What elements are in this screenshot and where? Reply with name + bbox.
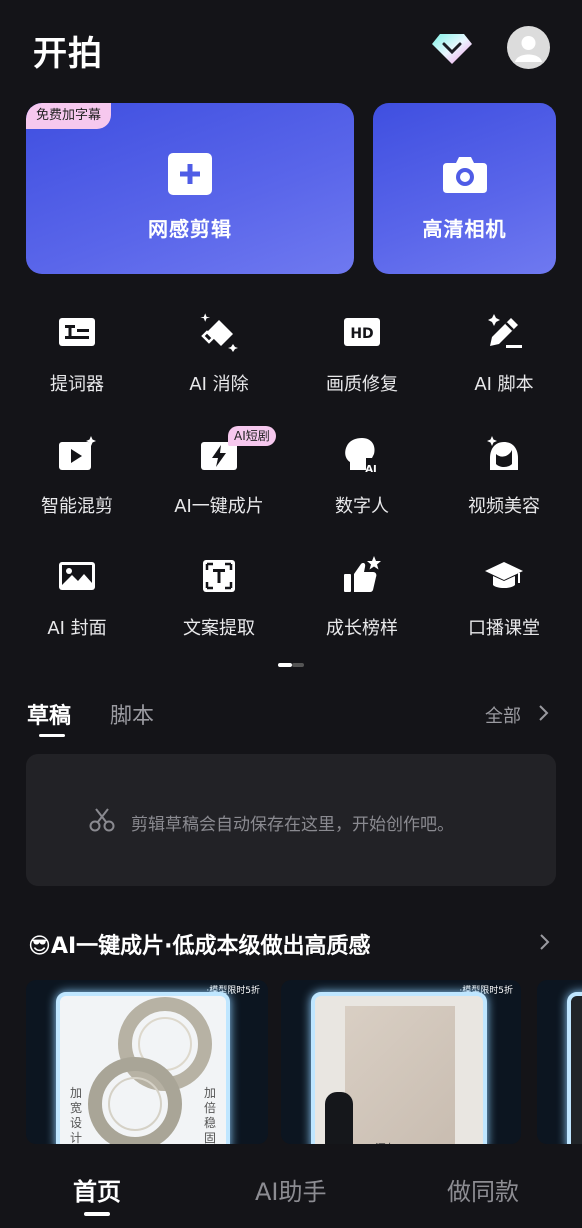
tool-label: AI 脚本 <box>474 374 534 395</box>
nav-same-style[interactable]: 做同款 <box>447 1172 519 1207</box>
user-avatar-icon[interactable] <box>507 26 550 69</box>
free-subtitle-badge: 免费加字幕 <box>26 103 112 129</box>
camera-icon <box>443 157 487 193</box>
sunglasses-emoji: 😎 <box>28 934 51 959</box>
drafts-tab-bar: 草稿 脚本 全部 <box>0 690 582 740</box>
tool-label: 提词器 <box>50 374 104 395</box>
smart-edit-card[interactable]: 免费加字幕 网感剪辑 <box>26 103 354 274</box>
image-icon <box>59 562 95 590</box>
thumb-right-text: 加倍稳固 <box>204 1086 217 1144</box>
app-title: 开拍 <box>33 34 103 74</box>
see-all-link[interactable]: 全部 <box>485 702 521 728</box>
product-frame: 深灰 <box>311 992 487 1144</box>
top-bar: 开拍 <box>0 0 582 96</box>
drafts-empty-hint: 剪辑草稿会自动保存在这里，开始创作吧。 <box>131 815 454 835</box>
tool-label: 成长榜样 <box>326 618 398 639</box>
smart-edit-label: 网感剪辑 <box>148 217 232 241</box>
tool-smart-mix[interactable]: 智能混剪 <box>6 424 148 536</box>
graduation-cap-icon <box>485 562 523 588</box>
person-figure <box>325 1092 353 1144</box>
bottom-nav: 首页 AI助手 做同款 <box>0 1150 582 1228</box>
tool-label: 智能混剪 <box>41 496 113 517</box>
section-title-text: AI一键成片·低成本级做出高质感 <box>50 934 371 959</box>
nav-active-indicator <box>84 1212 110 1216</box>
page-indicator-active <box>278 663 292 667</box>
tab-drafts[interactable]: 草稿 <box>27 698 71 730</box>
tool-ai-cover[interactable]: AI 封面 <box>6 546 148 658</box>
chevron-right-icon[interactable] <box>538 933 550 951</box>
tool-label: AI一键成片 <box>174 496 264 517</box>
ai-short-drama-badge: AI短剧 <box>228 426 276 446</box>
pen-sparkle-icon <box>488 314 522 348</box>
tool-digital-human[interactable]: AI 数字人 <box>291 424 433 536</box>
plus-icon <box>168 153 212 195</box>
template-thumbnail[interactable]: ·模型限时5折 加宽设计 加倍稳固 <box>26 980 268 1144</box>
tool-quality-repair[interactable]: HD 画质修复 <box>291 302 433 414</box>
thumbs-up-icon <box>344 556 381 592</box>
teleprompter-icon <box>59 318 95 346</box>
chevron-right-icon[interactable] <box>537 704 549 722</box>
tool-label: 数字人 <box>335 496 389 517</box>
tool-label: 画质修复 <box>326 374 398 395</box>
tool-label: 文案提取 <box>183 618 255 639</box>
text-extract-icon <box>203 560 235 592</box>
tool-text-extract[interactable]: 文案提取 <box>148 546 290 658</box>
template-thumbnail[interactable] <box>537 980 582 1144</box>
nav-home[interactable]: 首页 <box>73 1172 121 1207</box>
tool-label: 口播课堂 <box>468 618 540 639</box>
tool-ai-script[interactable]: AI 脚本 <box>433 302 575 414</box>
svg-text:AI: AI <box>365 464 376 474</box>
product-frame <box>567 992 582 1144</box>
tool-label: AI 消除 <box>189 374 249 395</box>
video-play-icon <box>59 436 96 470</box>
drafts-empty-state: 剪辑草稿会自动保存在这里，开始创作吧。 <box>26 754 556 886</box>
thumb-caption: 深灰 <box>375 1140 397 1144</box>
tool-label: AI 封面 <box>47 618 107 639</box>
tool-label: 视频美容 <box>468 496 540 517</box>
eraser-icon <box>200 313 238 352</box>
tool-ai-eraser[interactable]: AI 消除 <box>148 302 290 414</box>
hd-camera-card[interactable]: 高清相机 <box>373 103 556 274</box>
svg-text:HD: HD <box>350 326 373 342</box>
nav-ai-assistant[interactable]: AI助手 <box>255 1172 327 1207</box>
section-title[interactable]: 😎AI一键成片·低成本级做出高质感 <box>28 928 371 960</box>
marble-panel <box>345 1006 455 1144</box>
page-indicator-inactive <box>292 663 304 667</box>
hd-icon: HD <box>344 318 380 346</box>
scissors-icon <box>89 808 115 832</box>
tab-underline <box>39 734 65 737</box>
tool-speaking-class[interactable]: 口播课堂 <box>433 546 575 658</box>
hd-camera-label: 高清相机 <box>422 217 507 241</box>
face-beauty-icon <box>487 436 518 470</box>
tab-scripts[interactable]: 脚本 <box>110 698 154 730</box>
digital-human-icon: AI <box>345 438 377 474</box>
tool-teleprompter[interactable]: 提词器 <box>6 302 148 414</box>
tool-growth-role-model[interactable]: 成长榜样 <box>291 546 433 658</box>
thumb-left-text: 加宽设计 <box>70 1086 83 1144</box>
product-frame: 加宽设计 加倍稳固 <box>56 992 230 1144</box>
template-thumbnail[interactable]: ·模型限时5折 深灰 <box>281 980 521 1144</box>
tool-video-beauty[interactable]: 视频美容 <box>433 424 575 536</box>
diamond-icon[interactable] <box>432 30 472 66</box>
